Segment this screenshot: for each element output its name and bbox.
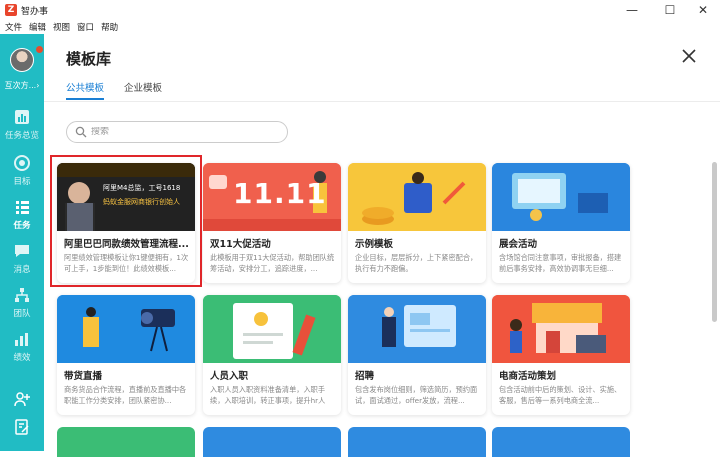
card-description: 此模板用于双11大促活动，帮助团队统筹活动，安排分工，追踪进度，...	[210, 253, 335, 273]
card-description: 包含活动前中后的策划、设计、实施、客服，售后等一系列电商全流...	[499, 385, 622, 405]
menu-bar: 文件 编辑 视图 窗口 帮助	[0, 20, 720, 34]
notification-dot	[36, 46, 43, 53]
search-input[interactable]	[91, 127, 271, 137]
edit-note-icon	[15, 419, 29, 435]
template-card-partial[interactable]	[57, 427, 195, 457]
card-thumbnail	[203, 295, 341, 363]
template-card[interactable]: 展会活动 含场馆合同注意事项，审批报备，搭建前后事务安排，高效协调事无巨细...	[492, 163, 630, 283]
card-description: 包含发布岗位细则，筛选简历，预约面试，面试通过，offer发放，流程...	[355, 385, 478, 405]
template-card[interactable]: 电商活动策划 包含活动前中后的策划、设计、实施、客服，售后等一系列电商全流...	[492, 295, 630, 415]
thumb-image	[348, 295, 486, 363]
card-description: 商务货品合作流程，直播前及直播中各职能工作分类安排，团队紧密协...	[64, 385, 187, 405]
chart-icon	[15, 110, 29, 124]
team-icon	[15, 288, 29, 302]
divider	[44, 101, 720, 102]
thumb-caption-1: 11.11	[233, 177, 327, 210]
tab-public-templates[interactable]: 公共模板	[66, 80, 105, 100]
card-title: 双11大促活动	[210, 239, 271, 250]
template-card-partial[interactable]	[492, 427, 630, 457]
search-icon	[75, 126, 87, 138]
card-title: 电商活动策划	[499, 371, 557, 382]
card-title: 示例模板	[355, 239, 394, 250]
thumb-image	[348, 163, 486, 231]
thumb-image	[492, 295, 630, 363]
menu-help[interactable]: 帮助	[101, 21, 118, 33]
menu-edit[interactable]: 编辑	[29, 21, 46, 33]
card-thumbnail: 11.11	[203, 163, 341, 231]
company-switcher[interactable]: 互次方...›	[0, 80, 44, 91]
thumb-image	[57, 295, 195, 363]
card-title: 招聘	[355, 371, 375, 382]
sidebar-item-label: 绩效	[13, 353, 31, 363]
sidebar-item-label: 任务	[13, 221, 31, 231]
sidebar-item-team[interactable]: 团队	[0, 286, 44, 319]
page-title: 模板库	[66, 50, 112, 68]
template-card[interactable]: 11.11 双11大促活动 此模板用于双11大促活动，帮助团队统筹活动，安排分工…	[203, 163, 341, 283]
template-card[interactable]: 人员入职 入职人员入职资料准备清单，入职手续，入职培训，转正事项，提升hr人效.…	[203, 295, 341, 415]
card-description: 入职人员入职资料准备清单，入职手续，入职培训，转正事项，提升hr人效...	[210, 385, 326, 405]
template-card[interactable]: 示例模板 企业目标，层层拆分，上下紧密配合，执行有力不跑偏。	[348, 163, 486, 283]
search-box[interactable]	[66, 121, 288, 143]
chevron-right-icon: ›	[36, 81, 40, 90]
template-card-partial[interactable]	[203, 427, 341, 457]
add-member-icon	[14, 392, 30, 407]
sidebar-item-messages[interactable]: 消息	[0, 242, 44, 275]
title-bar: Z 智办事 — ☐ ✕	[0, 0, 720, 20]
template-card[interactable]: 带货直播 商务货品合作流程，直播前及直播中各职能工作分类安排，团队紧密协...	[57, 295, 195, 415]
sidebar-item-label: 消息	[13, 265, 31, 275]
card-title: 人员入职	[210, 371, 249, 382]
thumb-image	[492, 163, 630, 231]
sidebar-edit-note[interactable]	[0, 418, 44, 439]
app-title: 智办事	[21, 6, 49, 17]
template-card-partial[interactable]	[348, 427, 486, 457]
card-thumbnail	[348, 295, 486, 363]
menu-file[interactable]: 文件	[5, 21, 22, 33]
scrollbar[interactable]	[712, 162, 717, 322]
card-thumbnail	[348, 163, 486, 231]
close-icon[interactable]	[679, 46, 699, 66]
performance-icon	[15, 333, 28, 346]
task-list-icon	[16, 201, 29, 214]
card-title: 展会活动	[499, 239, 538, 250]
app-logo: Z	[5, 4, 17, 16]
thumb-image	[203, 295, 341, 363]
sidebar-item-goals[interactable]: 目标	[0, 154, 44, 187]
card-description: 含场馆合同注意事项，审批报备，搭建前后事务安排，高效协调事无巨细...	[499, 253, 622, 273]
sidebar-item-tasks[interactable]: 任务	[0, 198, 44, 231]
card-thumbnail	[57, 295, 195, 363]
menu-window[interactable]: 窗口	[77, 21, 94, 33]
sidebar-item-performance[interactable]: 绩效	[0, 330, 44, 363]
template-tabs: 公共模板 企业模板	[66, 80, 182, 100]
avatar[interactable]	[10, 48, 34, 72]
message-icon	[15, 245, 29, 257]
minimize-button[interactable]: —	[615, 0, 649, 20]
sidebar-item-label: 任务总览	[4, 131, 39, 141]
card-title: 带货直播	[64, 371, 103, 382]
target-icon	[14, 155, 30, 171]
sidebar-item-label: 团队	[13, 309, 31, 319]
sidebar-item-label: 目标	[13, 177, 31, 187]
menu-view[interactable]: 视图	[53, 21, 70, 33]
card-thumbnail	[492, 295, 630, 363]
sidebar-item-overview[interactable]: 任务总览	[0, 108, 44, 141]
company-name: 互次方...	[4, 81, 37, 90]
selection-highlight	[50, 155, 202, 287]
tab-enterprise-templates[interactable]: 企业模板	[124, 80, 162, 100]
template-card[interactable]: 招聘 包含发布岗位细则，筛选简历，预约面试，面试通过，offer发放，流程...	[348, 295, 486, 415]
sidebar: 互次方...› 任务总览 目标 任务 消息 团队 绩效	[0, 34, 44, 451]
card-description: 企业目标，层层拆分，上下紧密配合，执行有力不跑偏。	[355, 253, 478, 273]
sidebar-add-member[interactable]	[0, 390, 44, 411]
maximize-button[interactable]: ☐	[653, 0, 687, 20]
close-window-button[interactable]: ✕	[686, 0, 720, 20]
card-thumbnail	[492, 163, 630, 231]
